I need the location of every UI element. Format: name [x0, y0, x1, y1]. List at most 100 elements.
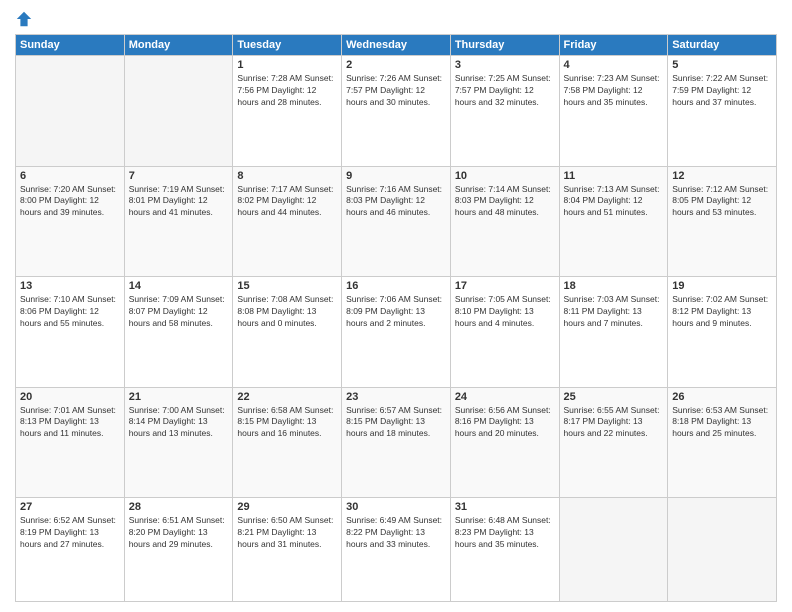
- table-row: 1 Sunrise: 7:28 AM Sunset: 7:56 PM Daylig…: [233, 56, 342, 167]
- day-number: 30: [346, 501, 446, 513]
- header: [15, 10, 777, 28]
- day-info: Sunrise: 6:53 AM Sunset: 8:18 PM Dayligh…: [672, 405, 772, 441]
- day-info: Sunrise: 7:19 AM Sunset: 8:01 PM Dayligh…: [129, 184, 229, 220]
- calendar-body: 1 Sunrise: 7:28 AM Sunset: 7:56 PM Daylig…: [16, 56, 777, 602]
- table-row: 16Sunrise: 7:06 AM Sunset: 8:09 PM Dayli…: [342, 277, 451, 388]
- table-row: [124, 56, 233, 167]
- day-number: 10: [455, 170, 555, 182]
- day-number: 18: [564, 280, 664, 292]
- calendar-header-row: Sunday Monday Tuesday Wednesday Thursday…: [16, 35, 777, 56]
- day-info: Sunrise: 7:01 AM Sunset: 8:13 PM Dayligh…: [20, 405, 120, 441]
- table-row: 24 Sunrise: 6:56 AM Sunset: 8:16 PM Dayli…: [450, 387, 559, 498]
- day-info: Sunrise: 6:57 AM Sunset: 8:15 PM Dayligh…: [346, 405, 446, 441]
- col-sunday: Sunday: [16, 35, 125, 56]
- day-number: 22: [237, 391, 337, 403]
- col-friday: Friday: [559, 35, 668, 56]
- day-number: 20: [20, 391, 120, 403]
- day-info: Sunrise: 7:23 AM Sunset: 7:58 PM Dayligh…: [564, 73, 664, 109]
- col-tuesday: Tuesday: [233, 35, 342, 56]
- table-row: 25 Sunrise: 6:55 AM Sunset: 8:17 PM Dayli…: [559, 387, 668, 498]
- calendar: Sunday Monday Tuesday Wednesday Thursday…: [15, 34, 777, 602]
- table-row: [16, 56, 125, 167]
- table-row: 22 Sunrise: 6:58 AM Sunset: 8:15 PM Dayli…: [233, 387, 342, 498]
- table-row: 15 Sunrise: 7:08 AM Sunset: 8:08 PM Dayli…: [233, 277, 342, 388]
- table-row: 14 Sunrise: 7:09 AM Sunset: 8:07 PM Dayli…: [124, 277, 233, 388]
- calendar-week-row: 27 Sunrise: 6:52 AM Sunset: 8:19 PM Dayli…: [16, 498, 777, 602]
- day-info: Sunrise: 6:56 AM Sunset: 8:16 PM Dayligh…: [455, 405, 555, 441]
- calendar-week-row: 13 Sunrise: 7:10 AM Sunset: 8:06 PM Dayli…: [16, 277, 777, 388]
- day-info: Sunrise: 6:50 AM Sunset: 8:21 PM Dayligh…: [237, 515, 337, 551]
- day-info: Sunrise: 6:49 AM Sunset: 8:22 PM Dayligh…: [346, 515, 446, 551]
- day-info: Sunrise: 7:10 AM Sunset: 8:06 PM Dayligh…: [20, 294, 120, 330]
- day-info: Sunrise: 7:08 AM Sunset: 8:08 PM Dayligh…: [237, 294, 337, 330]
- day-number: 25: [564, 391, 664, 403]
- day-info: Sunrise: 7:02 AM Sunset: 8:12 PM Dayligh…: [672, 294, 772, 330]
- day-number: 9: [346, 170, 446, 182]
- table-row: 30 Sunrise: 6:49 AM Sunset: 8:22 PM Dayli…: [342, 498, 451, 602]
- day-info: Sunrise: 7:20 AM Sunset: 8:00 PM Dayligh…: [20, 184, 120, 220]
- day-number: 4: [564, 59, 664, 71]
- table-row: 19 Sunrise: 7:02 AM Sunset: 8:12 PM Dayli…: [668, 277, 777, 388]
- table-row: [668, 498, 777, 602]
- day-number: 5: [672, 59, 772, 71]
- day-info: Sunrise: 7:03 AM Sunset: 8:11 PM Dayligh…: [564, 294, 664, 330]
- table-row: 27 Sunrise: 6:52 AM Sunset: 8:19 PM Dayli…: [16, 498, 125, 602]
- day-number: 8: [237, 170, 337, 182]
- day-number: 24: [455, 391, 555, 403]
- col-monday: Monday: [124, 35, 233, 56]
- col-saturday: Saturday: [668, 35, 777, 56]
- table-row: 18 Sunrise: 7:03 AM Sunset: 8:11 PM Dayli…: [559, 277, 668, 388]
- table-row: 8 Sunrise: 7:17 AM Sunset: 8:02 PM Daylig…: [233, 166, 342, 277]
- day-info: Sunrise: 7:26 AM Sunset: 7:57 PM Dayligh…: [346, 73, 446, 109]
- table-row: [559, 498, 668, 602]
- day-number: 28: [129, 501, 229, 513]
- table-row: 17Sunrise: 7:05 AM Sunset: 8:10 PM Dayli…: [450, 277, 559, 388]
- calendar-week-row: 6 Sunrise: 7:20 AM Sunset: 8:00 PM Daylig…: [16, 166, 777, 277]
- table-row: 20 Sunrise: 7:01 AM Sunset: 8:13 PM Dayli…: [16, 387, 125, 498]
- table-row: 26 Sunrise: 6:53 AM Sunset: 8:18 PM Dayli…: [668, 387, 777, 498]
- day-number: 26: [672, 391, 772, 403]
- day-number: 13: [20, 280, 120, 292]
- day-number: 31: [455, 501, 555, 513]
- day-info: Sunrise: 7:16 AM Sunset: 8:03 PM Dayligh…: [346, 184, 446, 220]
- day-number: 21: [129, 391, 229, 403]
- day-number: 1: [237, 59, 337, 71]
- logo-icon: [15, 10, 33, 28]
- day-info: Sunrise: 7:06 AM Sunset: 8:09 PM Dayligh…: [346, 294, 446, 330]
- col-thursday: Thursday: [450, 35, 559, 56]
- table-row: 23Sunrise: 6:57 AM Sunset: 8:15 PM Dayli…: [342, 387, 451, 498]
- table-row: 13 Sunrise: 7:10 AM Sunset: 8:06 PM Dayli…: [16, 277, 125, 388]
- day-number: 2: [346, 59, 446, 71]
- day-info: Sunrise: 6:55 AM Sunset: 8:17 PM Dayligh…: [564, 405, 664, 441]
- day-number: 15: [237, 280, 337, 292]
- day-number: 7: [129, 170, 229, 182]
- day-number: 19: [672, 280, 772, 292]
- day-info: Sunrise: 7:13 AM Sunset: 8:04 PM Dayligh…: [564, 184, 664, 220]
- day-info: Sunrise: 7:05 AM Sunset: 8:10 PM Dayligh…: [455, 294, 555, 330]
- day-number: 11: [564, 170, 664, 182]
- day-info: Sunrise: 7:28 AM Sunset: 7:56 PM Dayligh…: [237, 73, 337, 109]
- calendar-week-row: 1 Sunrise: 7:28 AM Sunset: 7:56 PM Daylig…: [16, 56, 777, 167]
- day-info: Sunrise: 6:52 AM Sunset: 8:19 PM Dayligh…: [20, 515, 120, 551]
- day-info: Sunrise: 6:51 AM Sunset: 8:20 PM Dayligh…: [129, 515, 229, 551]
- day-number: 14: [129, 280, 229, 292]
- day-info: Sunrise: 6:58 AM Sunset: 8:15 PM Dayligh…: [237, 405, 337, 441]
- table-row: 6 Sunrise: 7:20 AM Sunset: 8:00 PM Daylig…: [16, 166, 125, 277]
- table-row: 5 Sunrise: 7:22 AM Sunset: 7:59 PM Daylig…: [668, 56, 777, 167]
- day-info: Sunrise: 7:25 AM Sunset: 7:57 PM Dayligh…: [455, 73, 555, 109]
- table-row: 31 Sunrise: 6:48 AM Sunset: 8:23 PM Dayli…: [450, 498, 559, 602]
- day-number: 3: [455, 59, 555, 71]
- table-row: 3 Sunrise: 7:25 AM Sunset: 7:57 PM Daylig…: [450, 56, 559, 167]
- day-info: Sunrise: 7:12 AM Sunset: 8:05 PM Dayligh…: [672, 184, 772, 220]
- day-info: Sunrise: 6:48 AM Sunset: 8:23 PM Dayligh…: [455, 515, 555, 551]
- table-row: 29Sunrise: 6:50 AM Sunset: 8:21 PM Dayli…: [233, 498, 342, 602]
- day-info: Sunrise: 7:17 AM Sunset: 8:02 PM Dayligh…: [237, 184, 337, 220]
- table-row: 12Sunrise: 7:12 AM Sunset: 8:05 PM Dayli…: [668, 166, 777, 277]
- day-info: Sunrise: 7:09 AM Sunset: 8:07 PM Dayligh…: [129, 294, 229, 330]
- table-row: 9 Sunrise: 7:16 AM Sunset: 8:03 PM Daylig…: [342, 166, 451, 277]
- day-number: 6: [20, 170, 120, 182]
- day-info: Sunrise: 7:22 AM Sunset: 7:59 PM Dayligh…: [672, 73, 772, 109]
- calendar-week-row: 20 Sunrise: 7:01 AM Sunset: 8:13 PM Dayli…: [16, 387, 777, 498]
- table-row: 4 Sunrise: 7:23 AM Sunset: 7:58 PM Daylig…: [559, 56, 668, 167]
- day-number: 27: [20, 501, 120, 513]
